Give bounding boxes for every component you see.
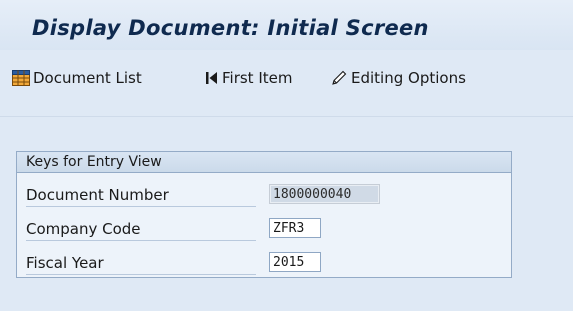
company-code-field[interactable]: ZFR3 [269, 218, 321, 238]
document-list-label: Document List [33, 69, 142, 87]
table-grid-icon [12, 70, 30, 86]
page-title: Display Document: Initial Screen [32, 16, 429, 40]
toolbar-divider [0, 116, 573, 117]
keys-for-entry-view-group: Keys for Entry View Document Number 1800… [16, 151, 512, 278]
document-number-label: Document Number [26, 186, 256, 207]
sap-display-document-screen: Display Document: Initial Screen Documen… [0, 0, 573, 311]
editing-options-label: Editing Options [351, 69, 466, 87]
first-item-label: First Item [222, 69, 293, 87]
document-list-button[interactable]: Document List [12, 68, 142, 88]
company-code-row: Company Code ZFR3 [17, 218, 511, 242]
document-number-row: Document Number 1800000040 [17, 184, 511, 208]
company-code-label: Company Code [26, 220, 256, 241]
group-header: Keys for Entry View [17, 152, 511, 173]
fiscal-year-label: Fiscal Year [26, 254, 256, 275]
title-bar: Display Document: Initial Screen [0, 0, 573, 50]
first-item-icon [205, 70, 219, 86]
editing-options-button[interactable]: Editing Options [330, 68, 466, 88]
pencil-icon [330, 70, 348, 86]
group-title: Keys for Entry View [26, 154, 162, 170]
application-toolbar: Document List First Item Editing Options [0, 56, 573, 102]
fiscal-year-row: Fiscal Year 2015 [17, 252, 511, 276]
fiscal-year-field[interactable]: 2015 [269, 252, 321, 272]
document-number-field[interactable]: 1800000040 [269, 184, 380, 204]
first-item-button[interactable]: First Item [205, 68, 292, 88]
